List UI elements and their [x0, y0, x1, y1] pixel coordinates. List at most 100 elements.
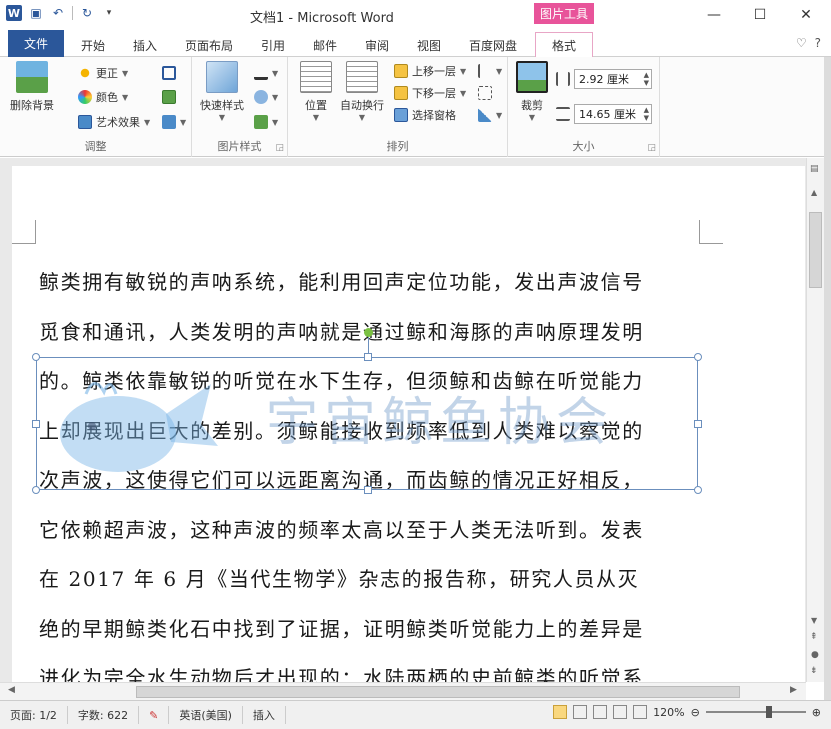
resize-handle-br[interactable] — [694, 486, 702, 494]
customize-qat-icon[interactable]: ▾ — [101, 5, 117, 21]
height-spinner[interactable]: 2.92 厘米 ▲ ▼ — [556, 69, 652, 89]
insert-mode[interactable]: 插入 — [243, 706, 286, 724]
scroll-left-icon[interactable]: ◀ — [8, 685, 15, 695]
bring-forward-button[interactable]: 上移一层 ▼ — [394, 61, 466, 81]
maximize-button[interactable]: ☐ — [737, 0, 783, 30]
tab-view[interactable]: 视图 — [406, 33, 452, 57]
undo-icon[interactable]: ↶ — [50, 5, 66, 21]
send-backward-button[interactable]: 下移一层 ▼ — [394, 83, 466, 103]
full-screen-reading-icon[interactable] — [573, 705, 588, 719]
scroll-right-icon[interactable]: ▶ — [790, 685, 797, 695]
scroll-up-icon[interactable]: ▲ — [811, 188, 817, 197]
group-objects-button[interactable] — [478, 83, 492, 103]
chevron-down-icon: ▼ — [528, 113, 536, 122]
tab-page-layout[interactable]: 页面布局 — [174, 33, 244, 57]
rotate-handle[interactable] — [364, 328, 373, 337]
corrections-label: 更正 — [96, 67, 118, 80]
wrap-text-label: 自动换行 — [340, 99, 384, 112]
save-icon[interactable]: ▣ — [28, 5, 44, 21]
selection-pane-button[interactable]: 选择窗格 — [394, 105, 456, 125]
chevron-down-icon: ▼ — [272, 92, 279, 102]
width-input[interactable]: 14.65 厘米 ▲ ▼ — [574, 104, 652, 124]
dialog-launcher-icon[interactable]: ◲ — [275, 143, 284, 153]
browse-object-icon[interactable]: ● — [811, 650, 819, 660]
picture-layout-button[interactable]: ▼ — [254, 112, 278, 132]
selection-pane-label: 选择窗格 — [412, 109, 456, 122]
compress-pictures-button[interactable] — [162, 63, 176, 83]
chevron-down-icon: ▼ — [272, 117, 279, 127]
margin-corner-top-left — [12, 220, 36, 244]
help-icon[interactable]: ? — [815, 36, 821, 50]
zoom-slider[interactable] — [705, 706, 806, 718]
web-layout-icon[interactable] — [593, 705, 608, 719]
picture-effects-button[interactable]: ▼ — [254, 87, 278, 107]
text-line: 在 2017 年 6 月《当代生物学》杂志的报告称，研究人员从灭 — [39, 567, 640, 591]
tab-file[interactable]: 文件 — [8, 30, 64, 57]
zoom-slider-knob[interactable] — [765, 706, 772, 718]
group-size-label: 大小 — [572, 140, 595, 153]
change-picture-button[interactable] — [162, 87, 176, 107]
remove-background-button[interactable]: 删除背景 — [10, 61, 54, 113]
height-input[interactable]: 2.92 厘米 ▲ ▼ — [574, 69, 652, 89]
print-layout-icon[interactable] — [553, 705, 568, 719]
align-button[interactable]: ▼ — [478, 61, 502, 81]
picture-border-button[interactable]: ▼ — [254, 63, 278, 83]
ruler-toggle-icon[interactable]: ▤ — [810, 164, 819, 174]
width-spinner[interactable]: 14.65 厘米 ▲ ▼ — [556, 104, 652, 124]
close-button[interactable]: ✕ — [783, 0, 829, 30]
artistic-effects-button[interactable]: 艺术效果 ▼ — [78, 112, 150, 132]
resize-handle-b[interactable] — [364, 486, 372, 494]
zoom-level[interactable]: 120% — [653, 706, 684, 719]
pen-icon — [254, 66, 268, 80]
remove-background-icon — [16, 61, 48, 93]
resize-handle-bl[interactable] — [32, 486, 40, 494]
page-count[interactable]: 页面: 1/2 — [0, 706, 68, 724]
proofing-status[interactable]: ✎ — [139, 706, 170, 724]
draft-icon[interactable] — [633, 705, 648, 719]
image-selection-box[interactable] — [36, 357, 698, 490]
change-picture-icon — [162, 90, 176, 104]
minimize-button[interactable]: — — [691, 0, 737, 30]
tab-format[interactable]: 格式 — [535, 32, 593, 57]
corrections-button[interactable]: 更正 ▼ — [78, 63, 128, 83]
tab-review[interactable]: 审阅 — [354, 33, 400, 57]
redo-icon[interactable]: ↻ — [79, 5, 95, 21]
word-app-icon[interactable]: W — [6, 5, 22, 21]
word-count[interactable]: 字数: 622 — [68, 706, 140, 724]
zoom-out-icon[interactable]: ⊖ — [691, 706, 700, 719]
tab-mailings[interactable]: 邮件 — [302, 33, 348, 57]
horizontal-scrollbar[interactable]: ◀ ▶ — [0, 682, 806, 700]
resize-handle-t[interactable] — [364, 353, 372, 361]
spinner-arrows-icon[interactable]: ▲ ▼ — [644, 71, 649, 87]
reset-picture-button[interactable]: ▼ — [162, 112, 186, 132]
resize-handle-r[interactable] — [694, 420, 702, 428]
resize-handle-tr[interactable] — [694, 353, 702, 361]
quick-styles-label: 快速样式 — [200, 99, 244, 112]
dialog-launcher-icon[interactable]: ◲ — [647, 143, 656, 153]
previous-page-icon[interactable]: ⇞ — [810, 632, 818, 642]
color-button[interactable]: 颜色 ▼ — [78, 87, 128, 107]
resize-handle-tl[interactable] — [32, 353, 40, 361]
next-page-icon[interactable]: ⇟ — [810, 666, 818, 676]
vertical-scroll-thumb[interactable] — [809, 212, 822, 288]
ribbon: 删除背景 更正 ▼ 颜色 ▼ 艺术效果 ▼ ▼ 调整 快速样式 ▼ ▼ ▼ ▼ … — [0, 57, 831, 157]
rotate-button[interactable]: ▼ — [478, 105, 502, 125]
picture-tools-context-label: 图片工具 — [534, 3, 594, 24]
crop-button[interactable]: 裁剪 ▼ — [516, 61, 548, 122]
tab-insert[interactable]: 插入 — [122, 33, 168, 57]
zoom-in-icon[interactable]: ⊕ — [812, 706, 821, 719]
tab-references[interactable]: 引用 — [250, 33, 296, 57]
scroll-down-icon[interactable]: ▼ — [811, 616, 817, 625]
outline-icon[interactable] — [613, 705, 628, 719]
spinner-arrows-icon[interactable]: ▲ ▼ — [644, 106, 649, 122]
language-indicator[interactable]: 英语(美国) — [169, 706, 243, 724]
vertical-scrollbar[interactable]: ▤ ▲ ▼ ⇞ ● ⇟ — [806, 158, 824, 682]
position-button[interactable]: 位置 ▼ — [300, 61, 332, 122]
quick-styles-button[interactable]: 快速样式 ▼ — [200, 61, 244, 122]
resize-handle-l[interactable] — [32, 420, 40, 428]
wrap-text-button[interactable]: 自动换行 ▼ — [340, 61, 384, 122]
minimize-ribbon-icon[interactable]: ♡ — [796, 36, 807, 50]
tab-home[interactable]: 开始 — [70, 33, 116, 57]
horizontal-scroll-thumb[interactable] — [136, 686, 740, 698]
tab-baidu-netdisk[interactable]: 百度网盘 — [458, 33, 528, 57]
